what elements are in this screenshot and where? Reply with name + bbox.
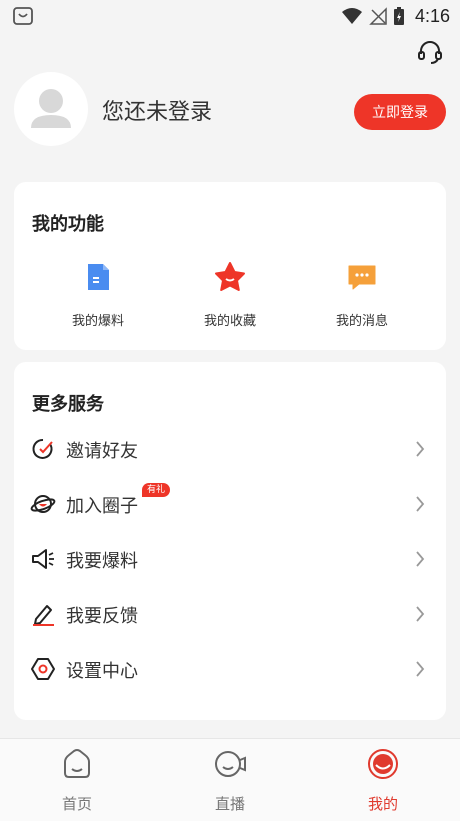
service-label: 我要爆料 <box>66 551 138 572</box>
feature-my-messages[interactable]: 我的消息 <box>302 260 422 329</box>
star-icon <box>215 262 245 291</box>
bottom-tab-bar: 首页 直播 我的 <box>0 738 460 821</box>
pen-icon <box>33 605 54 626</box>
invite-icon <box>32 438 53 459</box>
feature-label: 我的消息 <box>335 314 388 329</box>
avatar[interactable] <box>14 72 88 146</box>
tab-home[interactable]: 首页 <box>27 747 127 814</box>
live-icon <box>215 751 246 777</box>
service-join-circle[interactable]: 加入圈子 有礼 <box>14 479 446 529</box>
customer-service-headset-icon[interactable] <box>416 38 444 66</box>
feature-my-reports[interactable]: 我的爆料 <box>38 260 158 329</box>
document-icon <box>88 264 109 290</box>
feature-label: 我的收藏 <box>203 314 256 329</box>
login-button[interactable]: 立即登录 <box>354 94 446 130</box>
my-features-card: 我的功能 我的爆料 我的收藏 我的消息 <box>14 182 446 350</box>
service-label: 邀请好友 <box>66 441 138 462</box>
chevron-right-icon <box>416 496 425 512</box>
chevron-right-icon <box>416 606 425 622</box>
feature-my-favorites[interactable]: 我的收藏 <box>170 260 290 329</box>
service-settings[interactable]: 设置中心 <box>14 644 446 694</box>
tab-label: 我的 <box>367 795 398 813</box>
megaphone-icon <box>32 549 54 569</box>
profile-header: 您还未登录 立即登录 <box>14 72 446 150</box>
login-status-text: 您还未登录 <box>102 100 213 125</box>
tab-label: 直播 <box>214 795 245 813</box>
battery-charging-icon <box>393 7 404 25</box>
feature-label: 我的爆料 <box>71 314 124 329</box>
no-signal-icon <box>369 7 387 25</box>
settings-icon <box>31 658 55 680</box>
more-services-card: 更多服务 邀请好友 加入圈子 有礼 我要爆料 我要反馈 设置中心 <box>14 362 446 720</box>
service-feedback[interactable]: 我要反馈 <box>14 589 446 639</box>
wifi-icon <box>341 8 362 24</box>
profile-icon <box>368 749 398 779</box>
chevron-right-icon <box>416 661 425 677</box>
tab-label: 首页 <box>61 795 92 813</box>
home-icon <box>64 749 90 778</box>
service-label: 加入圈子 <box>66 496 138 517</box>
gift-badge: 有礼 <box>142 483 171 497</box>
chevron-right-icon <box>416 551 425 567</box>
status-bar: 4:16 <box>0 0 460 32</box>
features-title: 我的功能 <box>32 214 104 235</box>
status-time: 4:16 <box>414 5 450 26</box>
service-invite-friends[interactable]: 邀请好友 <box>14 424 446 474</box>
shopping-bag-notification-icon <box>13 7 33 25</box>
services-title: 更多服务 <box>32 394 104 415</box>
planet-icon <box>30 495 56 513</box>
service-submit-report[interactable]: 我要爆料 <box>14 534 446 584</box>
chevron-right-icon <box>416 441 425 457</box>
service-label: 我要反馈 <box>66 606 138 627</box>
service-label: 设置中心 <box>66 661 138 682</box>
default-avatar-icon <box>31 89 71 128</box>
tab-mine[interactable]: 我的 <box>333 747 433 814</box>
tab-live[interactable]: 直播 <box>180 747 280 814</box>
message-icon <box>348 265 376 290</box>
